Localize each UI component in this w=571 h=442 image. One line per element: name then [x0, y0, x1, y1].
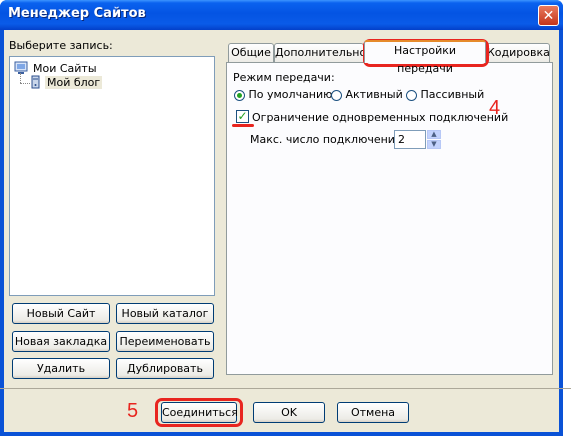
- site-tree[interactable]: Мои Сайты Мой блог: [9, 56, 215, 296]
- limit-connections-checkbox[interactable]: ✓: [236, 110, 249, 123]
- annotation-step-5: 5: [127, 400, 139, 422]
- ok-button[interactable]: OK: [253, 402, 325, 423]
- radio-button-icon: [331, 89, 342, 101]
- radio-default-label: По умолчанию: [248, 88, 333, 101]
- radio-active-label: Активный: [345, 88, 403, 101]
- footer-divider: [0, 388, 571, 389]
- tree-root-item[interactable]: Мои Сайты: [14, 61, 97, 75]
- radio-passive-label: Пассивный: [420, 88, 485, 101]
- radio-button-icon: [406, 89, 417, 101]
- spin-up-icon[interactable]: ▲: [427, 130, 441, 139]
- title-bar[interactable]: Менеджер Сайтов ✕: [0, 0, 563, 30]
- duplicate-button[interactable]: Дублировать: [116, 358, 214, 379]
- max-connections-label: Макс. число подключений:: [250, 133, 406, 146]
- new-folder-button[interactable]: Новый каталог: [116, 303, 214, 324]
- rename-button[interactable]: Переименовать: [116, 331, 214, 352]
- transfer-mode-label: Режим передачи:: [233, 71, 335, 84]
- new-bookmark-button[interactable]: Новая закладка: [12, 331, 110, 352]
- tab-advanced[interactable]: Дополнительно: [274, 43, 366, 62]
- select-entry-label: Выберите запись:: [9, 39, 113, 52]
- tree-connector: [20, 83, 30, 84]
- limit-connections-label: Ограничение одновременных подключений: [252, 111, 509, 124]
- tab-general[interactable]: Общие: [228, 43, 274, 62]
- computer-icon: [14, 61, 28, 74]
- delete-button[interactable]: Удалить: [12, 358, 110, 379]
- tab-transfer-settings[interactable]: Настройки передачи: [364, 40, 486, 75]
- annotation-step-4: 4: [489, 97, 501, 119]
- tree-connector: [20, 73, 21, 83]
- radio-passive[interactable]: Пассивный: [406, 88, 484, 101]
- max-connections-input[interactable]: 2: [394, 130, 426, 149]
- close-icon[interactable]: ✕: [538, 5, 559, 26]
- cancel-button[interactable]: Отмена: [337, 402, 409, 423]
- tree-item-my-blog[interactable]: Мой блог: [30, 75, 103, 89]
- tree-item-label: Мой блог: [45, 75, 103, 89]
- tree-root-label: Мои Сайты: [33, 61, 97, 75]
- new-site-button[interactable]: Новый Сайт: [12, 303, 110, 324]
- max-connections-stepper[interactable]: 2 ▲ ▼: [394, 130, 442, 149]
- tab-panel: [226, 62, 553, 375]
- radio-default[interactable]: По умолчанию: [234, 88, 332, 101]
- annotation-underline: [232, 124, 254, 127]
- annotation-highlight-connect: [155, 398, 243, 427]
- radio-active[interactable]: Активный: [331, 88, 403, 101]
- window-title: Менеджер Сайтов: [8, 6, 146, 21]
- spin-down-icon[interactable]: ▼: [427, 140, 441, 149]
- server-icon: [31, 75, 40, 89]
- radio-button-icon: [234, 89, 245, 101]
- tab-charset[interactable]: Кодировка: [486, 43, 550, 62]
